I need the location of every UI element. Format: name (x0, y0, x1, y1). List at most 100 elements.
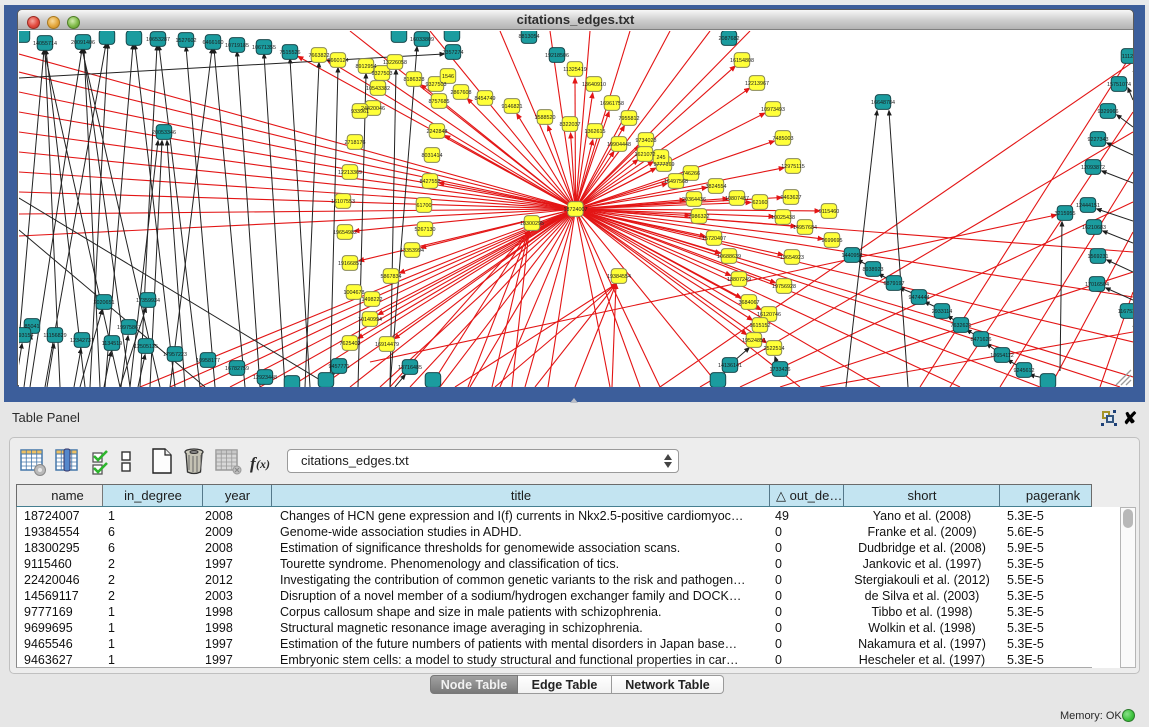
svg-text:8660124: 8660124 (328, 58, 349, 64)
svg-text:8454749: 8454749 (475, 96, 496, 102)
svg-text:8031414: 8031414 (422, 153, 443, 159)
svg-text:19904448: 19904448 (607, 142, 631, 148)
svg-text:10025438: 10025438 (771, 215, 795, 221)
svg-text:10688639: 10688639 (717, 254, 741, 260)
svg-text:6879197: 6879197 (884, 281, 905, 287)
svg-text:9457771: 9457771 (329, 364, 350, 370)
svg-text:9115460: 9115460 (819, 209, 840, 215)
svg-text:12975115: 12975115 (781, 164, 805, 170)
svg-text:19654982: 19654982 (333, 230, 357, 236)
svg-text:12505135: 12505135 (134, 344, 158, 350)
svg-text:10973493: 10973493 (761, 107, 785, 113)
svg-text:8938923: 8938923 (863, 267, 884, 273)
svg-text:14957684: 14957684 (793, 225, 817, 231)
svg-text:16033809: 16033809 (410, 37, 434, 43)
svg-text:1167534: 1167534 (1118, 309, 1133, 315)
svg-text:7632621: 7632621 (951, 323, 972, 329)
svg-text:12342737: 12342737 (70, 338, 94, 344)
svg-text:11325419: 11325419 (563, 67, 587, 73)
svg-text:11124: 11124 (1122, 54, 1133, 60)
svg-text:9474444: 9474444 (909, 295, 930, 301)
svg-text:1621072: 1621072 (635, 152, 656, 158)
svg-text:16107553: 16107553 (331, 199, 355, 205)
svg-text:9245612: 9245612 (1014, 368, 1035, 374)
svg-text:7357274: 7357274 (443, 50, 464, 56)
svg-text:16648784: 16648784 (871, 100, 895, 106)
svg-text:19975867: 19975867 (117, 325, 141, 331)
svg-text:1134519: 1134519 (102, 341, 123, 347)
svg-text:11156829: 11156829 (43, 333, 66, 339)
svg-text:16914479: 16914479 (375, 342, 399, 348)
svg-text:17016504: 17016504 (1085, 282, 1109, 288)
svg-text:12093872: 12093872 (1081, 165, 1105, 171)
svg-text:19166857: 19166857 (338, 261, 362, 267)
svg-text:16497568: 16497568 (664, 179, 688, 185)
svg-text:9329966: 9329966 (1098, 109, 1119, 115)
svg-text:10807487: 10807487 (725, 196, 749, 202)
svg-text:1615152: 1615152 (750, 323, 771, 329)
svg-text:8186328: 8186328 (404, 77, 425, 83)
svg-text:18300295: 18300295 (520, 221, 544, 227)
svg-text:1546: 1546 (442, 74, 454, 80)
svg-text:933961: 933961 (351, 109, 369, 115)
svg-text:9699695: 9699695 (822, 238, 843, 244)
svg-text:18724007: 18724007 (564, 207, 588, 213)
svg-text:2522514: 2522514 (764, 346, 785, 352)
svg-text:2242848: 2242848 (427, 129, 448, 135)
svg-text:1004678: 1004678 (344, 290, 365, 296)
svg-text:15720407: 15720407 (702, 236, 726, 242)
svg-text:16961758: 16961758 (600, 101, 624, 107)
svg-text:16120746: 16120746 (757, 312, 781, 318)
svg-text:10543382: 10543382 (366, 86, 390, 92)
svg-text:20091406: 20091406 (71, 40, 95, 46)
svg-text:8322037: 8322037 (560, 122, 581, 128)
svg-text:13226058: 13226058 (383, 60, 407, 66)
svg-text:19756928: 19756928 (772, 284, 796, 290)
svg-text:10671355: 10671355 (252, 45, 276, 51)
svg-text:8912954: 8912954 (356, 64, 377, 70)
svg-text:1569231: 1569231 (1088, 254, 1109, 260)
svg-text:7663822: 7663822 (309, 53, 330, 59)
svg-text:5867834: 5867834 (381, 274, 402, 280)
svg-text:(x): (x) (256, 457, 270, 471)
svg-text:1527602: 1527602 (176, 38, 197, 44)
svg-text:9734028: 9734028 (636, 138, 657, 144)
svg-text:13353994: 13353994 (400, 248, 424, 254)
svg-text:85041: 85041 (25, 324, 40, 330)
svg-text:3215955: 3215955 (1055, 211, 1076, 217)
svg-text:6466160: 6466160 (203, 40, 224, 46)
svg-text:10140994: 10140994 (358, 317, 382, 323)
svg-text:10719185: 10719185 (225, 43, 249, 49)
svg-text:9227343: 9227343 (1088, 137, 1109, 143)
svg-text:1393154: 1393154 (19, 333, 34, 339)
svg-text:13716485: 13716485 (398, 365, 422, 371)
svg-text:12444151: 12444151 (1076, 203, 1100, 209)
svg-text:8757685: 8757685 (429, 99, 450, 105)
svg-text:7625402: 7625402 (340, 341, 361, 347)
svg-text:16154808: 16154808 (730, 58, 754, 64)
svg-text:9146821: 9146821 (502, 104, 523, 110)
svg-text:19654923: 19654923 (780, 255, 804, 261)
svg-text:1362615: 1362615 (585, 129, 606, 135)
svg-text:1588520: 1588520 (535, 115, 556, 121)
svg-text:2867608: 2867608 (451, 90, 472, 96)
svg-text:8427552: 8427552 (420, 179, 441, 185)
svg-text:9327503: 9327503 (372, 71, 393, 77)
svg-text:20053346: 20053346 (152, 130, 176, 136)
svg-text:8471626: 8471626 (971, 337, 992, 343)
svg-text:13640910: 13640910 (582, 82, 606, 88)
svg-text:7986322: 7986322 (689, 214, 710, 220)
svg-text:16782759: 16782759 (225, 366, 249, 372)
svg-text:19218506: 19218506 (545, 53, 569, 59)
svg-text:10654112: 10654112 (990, 353, 1014, 359)
svg-text:14136141: 14136141 (718, 363, 742, 369)
svg-text:8813054: 8813054 (519, 34, 540, 40)
svg-text:7485003: 7485003 (773, 136, 794, 142)
svg-text:5267130: 5267130 (415, 227, 436, 233)
svg-text:15751074: 15751074 (1107, 82, 1131, 88)
svg-text:19384554: 19384554 (607, 274, 631, 280)
svg-text:19524851: 19524851 (742, 338, 766, 344)
svg-text:17957223: 17957223 (163, 352, 187, 358)
svg-text:2718176: 2718176 (345, 140, 366, 146)
svg-text:2087682: 2087682 (719, 36, 740, 42)
